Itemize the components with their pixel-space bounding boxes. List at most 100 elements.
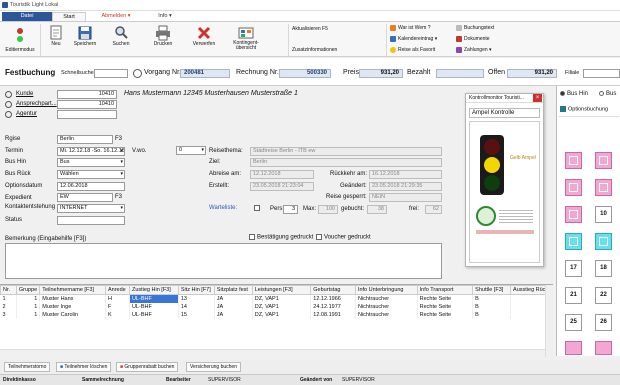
column-header[interactable]: Teilnehmername [F3] xyxy=(39,285,106,295)
tab-info-label: Info xyxy=(158,13,168,19)
filiale-input[interactable] xyxy=(583,69,620,78)
ansprechpartner-input[interactable]: 10410 xyxy=(57,100,117,109)
seat-occupied-icon xyxy=(599,237,608,246)
seat[interactable] xyxy=(565,341,582,355)
gebucht-value: 38 xyxy=(367,205,387,214)
editmode-button[interactable]: Editiermodus xyxy=(2,23,38,57)
seat[interactable] xyxy=(595,179,612,196)
warteliste-checkbox[interactable] xyxy=(254,205,260,211)
search-button[interactable]: Suchen xyxy=(106,23,136,57)
busruck-select[interactable]: Wählen xyxy=(57,170,125,179)
dokumente-button[interactable]: Dokumente xyxy=(456,35,490,44)
column-header[interactable]: Anrede xyxy=(105,285,130,295)
seat[interactable] xyxy=(595,152,612,169)
ribbon-divider xyxy=(386,24,387,56)
kontingent-label: Kontingent- übersicht xyxy=(233,40,259,51)
column-header[interactable]: Geburtstag xyxy=(310,285,356,295)
column-header[interactable]: Gruppe xyxy=(15,285,41,295)
tab-info[interactable]: Info ▾ xyxy=(150,12,180,21)
seat[interactable]: 21 xyxy=(565,287,582,304)
bus-radio[interactable]: Bus xyxy=(599,91,616,97)
schnellsuche-input[interactable] xyxy=(94,69,128,78)
bemerkung-textarea[interactable] xyxy=(5,243,442,279)
bestatigung-checkbox[interactable]: Bestätigung gedruckt xyxy=(249,234,313,241)
tab-datei[interactable]: Datei xyxy=(2,12,52,21)
seat-occupied-icon xyxy=(569,156,578,165)
column-header[interactable]: Shuttle [F3] xyxy=(472,285,512,295)
vertical-scrollbar[interactable] xyxy=(545,285,553,357)
horizontal-scrollbar[interactable] xyxy=(0,349,545,357)
teilnehmerstorno-button[interactable]: Teilnehmerstorno xyxy=(4,362,51,372)
wer-ist-wem-button[interactable]: War ist Wem ? xyxy=(390,24,431,33)
cell[interactable]: UL-BHF xyxy=(129,294,179,303)
cell: 2 xyxy=(0,302,17,311)
new-button[interactable]: Neu xyxy=(44,23,68,57)
seat[interactable]: 17 xyxy=(565,260,582,277)
gruppenrabatt-button[interactable]: ■ Gruppenrabatt buchen xyxy=(116,362,179,372)
seat[interactable]: 26 xyxy=(595,314,612,331)
column-header[interactable]: Info Unterbringung xyxy=(354,285,418,295)
zahlungen-button[interactable]: Zahlungen ▾ xyxy=(456,46,492,55)
agentur-link[interactable]: Agentur xyxy=(16,111,37,117)
discard-button[interactable]: Verwerfen xyxy=(188,23,220,57)
status-input[interactable] xyxy=(57,216,125,225)
search-icon[interactable] xyxy=(5,101,12,108)
ansprechpartner-link[interactable]: Ansprechpart... xyxy=(16,101,57,107)
reise-input[interactable]: Berlin xyxy=(57,135,113,144)
refresh-button[interactable]: Aktualisieren F5 xyxy=(292,25,328,34)
participants-grid: Nr. Gruppe Teilnehmername [F3] Anrede Zu… xyxy=(0,284,553,357)
favorit-button[interactable]: Reise als Favorit xyxy=(390,46,435,55)
seat[interactable]: 25 xyxy=(565,314,582,331)
search-icon[interactable] xyxy=(5,111,12,118)
cell: Rechte Seite xyxy=(417,294,474,303)
kunde-info: Hans Mustermann 12345 Musterhausen Muste… xyxy=(124,90,298,97)
print-button[interactable]: Drucken xyxy=(148,23,178,57)
seat[interactable] xyxy=(565,152,582,169)
close-icon[interactable]: × xyxy=(533,94,542,102)
bus-hin-radio[interactable]: Bus Hin xyxy=(560,91,588,97)
seat[interactable]: 18 xyxy=(595,260,612,277)
kontingent-button[interactable]: Kontingent- übersicht xyxy=(226,23,266,57)
warteliste-link[interactable]: Warteliste: xyxy=(209,205,237,211)
search-icon[interactable] xyxy=(133,69,142,78)
vwo-label: V.wo. xyxy=(132,148,147,154)
seat[interactable] xyxy=(565,206,582,223)
termin-select[interactable]: Mi. 12.12.18 -So. 16.12.18 (4) xyxy=(57,147,125,156)
column-header[interactable]: Nr. xyxy=(0,285,17,295)
voucher-checkbox[interactable]: Voucher gedruckt xyxy=(316,234,371,241)
kunde-link[interactable]: Kunde xyxy=(16,91,33,97)
seat[interactable] xyxy=(595,341,612,355)
versicherung-button[interactable]: Versicherung buchen xyxy=(186,362,241,372)
pers-input[interactable]: 3 xyxy=(283,205,298,214)
buchungstext-button[interactable]: Buchungstext xyxy=(456,24,494,33)
kunde-input[interactable]: 10410 xyxy=(57,90,117,99)
seat[interactable] xyxy=(595,233,612,250)
agentur-input[interactable] xyxy=(57,110,117,119)
kalender-button[interactable]: Kalendereintrag ▾ xyxy=(390,35,437,44)
column-header[interactable]: Zustieg Hin [F3] xyxy=(128,285,179,295)
seat[interactable]: 22 xyxy=(595,287,612,304)
vwo-select[interactable]: 0 xyxy=(176,146,206,155)
search-icon[interactable] xyxy=(5,91,12,98)
optionsdatum-input[interactable]: 12.06.2018 xyxy=(57,182,125,191)
bushin-select[interactable]: Bus xyxy=(57,158,125,167)
seat[interactable] xyxy=(565,233,582,250)
expedient-input[interactable]: EW xyxy=(57,193,113,202)
kontakt-select[interactable]: INTERNET xyxy=(57,204,125,213)
column-header[interactable]: Sitzplatz fest xyxy=(213,285,253,295)
seat[interactable]: 10 xyxy=(595,206,612,223)
column-header[interactable]: Leistungen [F3] xyxy=(251,285,312,295)
tab-abmelden[interactable]: Abmelden ▾ xyxy=(96,12,136,21)
save-button[interactable]: Speichern xyxy=(70,23,100,57)
column-header[interactable]: Info Transport xyxy=(416,285,474,295)
table-row[interactable]: 2 1 Muster Inge F UL-BHF 14 JA DZ, VAP1 24.12.19… xyxy=(0,302,553,311)
seat[interactable] xyxy=(565,179,582,196)
ribbon-divider xyxy=(40,24,41,56)
table-row[interactable]: 1 1 Muster Hans H UL-BHF 13 JA DZ, VAP1 12.12.19… xyxy=(0,294,553,303)
table-row[interactable]: 3 1 Muster Carolin K UL-BHF 15 JA DZ, VAP1 12.08… xyxy=(0,310,553,319)
column-header[interactable]: Sitz Hin [F7] xyxy=(177,285,215,295)
zusatzinfo-button[interactable]: Zusatzinformationen xyxy=(292,46,337,55)
favorit-label: Reise als Favorit xyxy=(398,47,436,53)
tab-start[interactable]: Start xyxy=(52,12,86,21)
teilnehmer-loschen-button[interactable]: ■ Teilnehmer löschen xyxy=(56,362,112,372)
